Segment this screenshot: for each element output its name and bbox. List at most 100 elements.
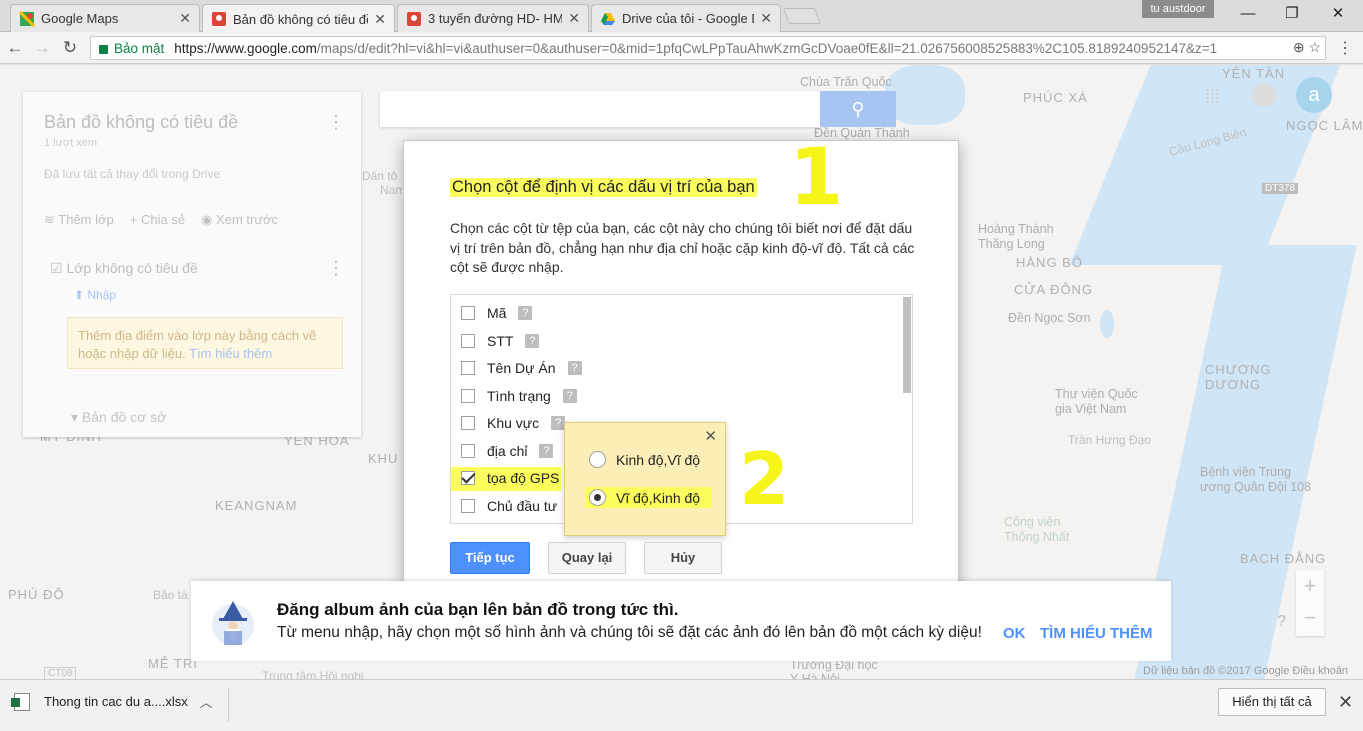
column-label: STT [487,333,514,349]
address-bar[interactable]: Bảo mật https://www.google.com/maps/d/ed… [90,36,1326,60]
layers-panel: Bản đồ không có tiêu đề ⋮ 1 lượt xem Đã … [23,92,361,437]
scrollbar[interactable] [903,297,911,393]
tab-drive[interactable]: Drive của tôi - Google Dr ✕ [591,4,781,32]
close-icon[interactable]: ✕ [374,11,386,28]
radio-option[interactable]: Vĩ độ,Kinh độ [585,487,713,508]
close-icon[interactable]: ✕ [1338,692,1353,713]
import-link[interactable]: ⬆ Nhập [74,288,116,302]
download-filename: Thong tin cac du a....xlsx [44,694,188,709]
radio-label: Vĩ độ,Kinh độ [616,489,701,506]
chevron-up-icon[interactable]: ︿ [200,692,213,711]
zoom-icon[interactable]: ⊕ [1293,39,1305,55]
help-icon[interactable]: ? [567,361,582,375]
avatar[interactable]: a [1296,77,1332,113]
checkbox[interactable] [461,389,475,403]
tab-google-maps[interactable]: Google Maps ✕ [10,4,200,32]
column-row[interactable]: Chủ đầu tư [461,496,557,516]
column-row[interactable]: Khu vực ? [461,413,566,433]
column-row[interactable]: Tên Dự Án ? [461,358,582,378]
upload-icon: ⬆ [74,288,88,302]
column-row[interactable]: Mã ? [461,303,533,323]
search-icon: ⚲ [851,99,865,119]
map-title[interactable]: Bản đồ không có tiêu đề [44,112,238,133]
close-icon[interactable]: ✕ [568,10,580,27]
minimize-icon[interactable]: — [1228,4,1268,24]
cancel-button[interactable]: Hủy [644,542,722,574]
notifications-icon[interactable] [1252,83,1276,107]
help-icon[interactable]: ? [518,306,533,320]
back-button[interactable]: Quay lại [548,542,626,574]
layer-options-icon[interactable]: ⋮ [327,258,345,279]
new-tab-button[interactable] [783,8,821,24]
show-all-button[interactable]: Hiển thị tất cả [1218,688,1326,716]
continue-button[interactable]: Tiếp tục [450,542,530,574]
radio-button-selected[interactable] [589,489,606,506]
add-person-icon: + [129,212,141,227]
column-label: Khu vực [487,415,540,431]
help-icon[interactable]: ? [1277,613,1286,631]
checkbox[interactable] [461,444,475,458]
layer-name: Lớp không có tiêu đề [66,260,198,276]
checkbox[interactable] [461,361,475,375]
checkbox[interactable] [461,306,475,320]
close-icon[interactable]: ✕ [760,10,772,27]
back-icon[interactable]: ← [5,38,25,58]
annotation-step-1: 1 [789,133,844,223]
column-row[interactable]: Tình trạng ? [461,386,577,406]
checkbox-checked[interactable] [461,471,475,485]
add-layer-label: Thêm lớp [58,212,114,227]
reload-icon[interactable]: ↻ [60,38,80,58]
layer-item[interactable]: ☑ Lớp không có tiêu đề [50,260,198,277]
zoom-out-icon[interactable]: − [1296,602,1324,634]
zoom-control: + − [1296,570,1324,636]
learn-more-button[interactable]: TÌM HIỂU THÊM [1040,625,1153,642]
radio-button[interactable] [589,451,606,468]
promo-body: Từ menu nhập, hãy chọn một số hình ảnh v… [277,624,982,641]
share-button[interactable]: + Chia sẻ [130,212,185,228]
view-count: 1 lượt xem [44,137,98,149]
chrome-menu-icon[interactable]: ⋮ [1337,38,1353,58]
forward-icon[interactable]: → [32,38,52,58]
tab-title: Bản đồ không có tiêu đề [233,11,369,27]
add-layer-button[interactable]: ≋ Thêm lớp [44,212,114,228]
column-row[interactable]: địa chỉ ? [461,441,554,461]
close-icon[interactable]: ✕ [179,10,191,27]
wizard-icon [212,601,254,646]
tab-untitled-map[interactable]: Bản đồ không có tiêu đề ✕ [202,4,395,33]
maximize-icon[interactable]: ❐ [1272,4,1312,24]
checkbox[interactable] [461,334,475,348]
learn-more-link[interactable]: Tìm hiểu thêm [189,346,272,361]
excel-file-icon [11,692,30,711]
checkbox[interactable] [461,499,475,513]
url-path: /maps/d/edit?hl=vi&hl=vi&authuser=0&auth… [316,40,1218,56]
bookmark-star-icon[interactable]: ☆ [1308,39,1321,55]
help-icon[interactable]: ? [562,389,577,403]
tab-routes-map[interactable]: 3 tuyến đường HD- HM- ✕ [397,4,589,32]
radio-option[interactable]: Kinh độ,Vĩ độ [589,451,700,468]
column-row[interactable]: STT ? [461,331,540,351]
zoom-in-icon[interactable]: + [1296,570,1324,602]
help-icon[interactable]: ? [525,334,540,348]
map-options-icon[interactable]: ⋮ [327,112,345,133]
ok-button[interactable]: OK [1003,625,1026,642]
column-row[interactable]: tọa độ GPS [461,468,559,488]
window-close-icon[interactable]: ✕ [1318,4,1358,24]
dialog-description: Chọn các cột từ tệp của bạn, các cột này… [450,220,915,275]
checkbox-icon[interactable]: ☑ [50,260,66,276]
close-icon[interactable]: ✕ [704,427,717,445]
promo-title: Đăng album ảnh của bạn lên bản đồ trong … [277,600,679,619]
map-search-input[interactable] [380,91,820,127]
help-icon[interactable]: ? [539,444,554,458]
base-map-label: Bản đồ cơ sở [81,409,167,425]
checkbox[interactable] [461,416,475,430]
profile-badge[interactable]: tu austdoor [1142,0,1214,18]
column-label: Tình trạng [487,388,551,404]
search-button[interactable]: ⚲ [820,91,896,127]
preview-button[interactable]: ◉ Xem trước [201,212,278,228]
apps-grid-icon[interactable]: ⁞⁞⁞ [1205,87,1220,108]
column-label: địa chỉ [487,443,528,459]
column-label: Tên Dự Án [487,360,556,376]
base-map-item[interactable]: ▾ Bản đồ cơ sở [71,409,166,426]
download-item[interactable]: Thong tin cac du a....xlsx ︿ [11,692,213,711]
panel-actions: ≋ Thêm lớp + Chia sẻ ◉ Xem trước [44,212,278,228]
